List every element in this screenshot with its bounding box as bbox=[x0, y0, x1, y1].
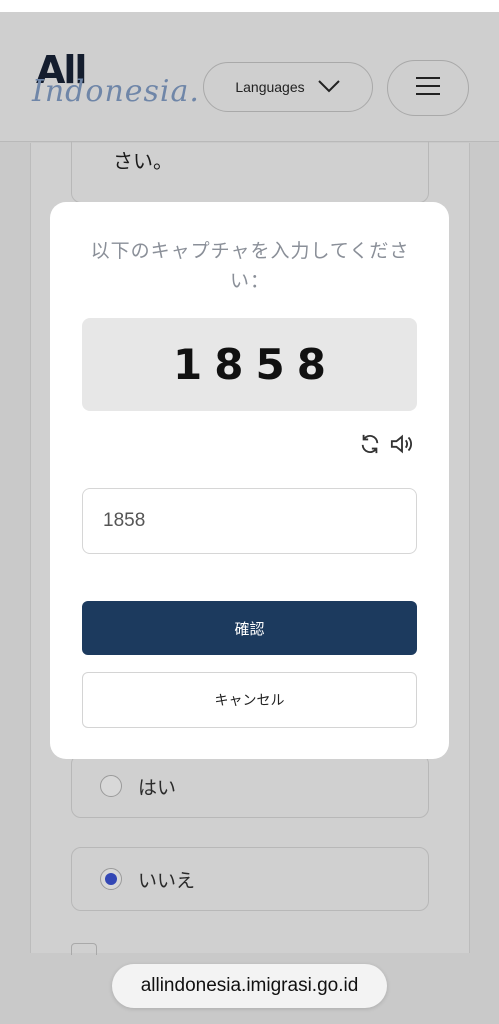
hamburger-menu-button[interactable] bbox=[387, 60, 469, 116]
logo-indonesia-text: Indonesia. bbox=[32, 74, 200, 109]
status-strip bbox=[0, 0, 499, 12]
all-indonesia-logo[interactable]: All Indonesia. bbox=[32, 48, 199, 118]
checkbox-partial[interactable] bbox=[71, 943, 97, 955]
cancel-button[interactable]: キャンセル bbox=[82, 672, 417, 728]
option-yes[interactable]: はい bbox=[71, 754, 429, 818]
confirm-button[interactable]: 確認 bbox=[82, 601, 417, 655]
option-no[interactable]: いいえ bbox=[71, 847, 429, 911]
modal-title: 以下のキャプチャを入力してください： bbox=[90, 240, 410, 292]
radio-yes[interactable] bbox=[100, 775, 122, 797]
browser-url-bar[interactable]: allindonesia.imigrasi.go.id bbox=[112, 964, 387, 1008]
option-no-label: いいえ bbox=[138, 869, 196, 892]
site-header: All Indonesia. Languages bbox=[0, 12, 499, 142]
option-yes-label: はい bbox=[138, 776, 177, 799]
languages-label: Languages bbox=[235, 79, 305, 95]
captcha-code: 1858 bbox=[173, 340, 338, 389]
radio-selected-dot bbox=[105, 873, 117, 885]
captcha-modal: 以下のキャプチャを入力してください： 1858 確認 キャンセル bbox=[50, 202, 449, 759]
languages-button[interactable]: Languages bbox=[203, 62, 373, 112]
question-text: さい。 bbox=[113, 149, 173, 173]
hamburger-icon bbox=[415, 76, 441, 100]
chevron-down-icon bbox=[317, 79, 341, 96]
captcha-image: 1858 bbox=[82, 318, 417, 411]
url-text: allindonesia.imigrasi.go.id bbox=[140, 975, 359, 996]
captcha-tools bbox=[358, 432, 414, 456]
captcha-input[interactable] bbox=[82, 488, 417, 554]
radio-no[interactable] bbox=[100, 868, 122, 890]
speaker-icon[interactable] bbox=[390, 432, 414, 456]
refresh-icon[interactable] bbox=[358, 432, 382, 456]
